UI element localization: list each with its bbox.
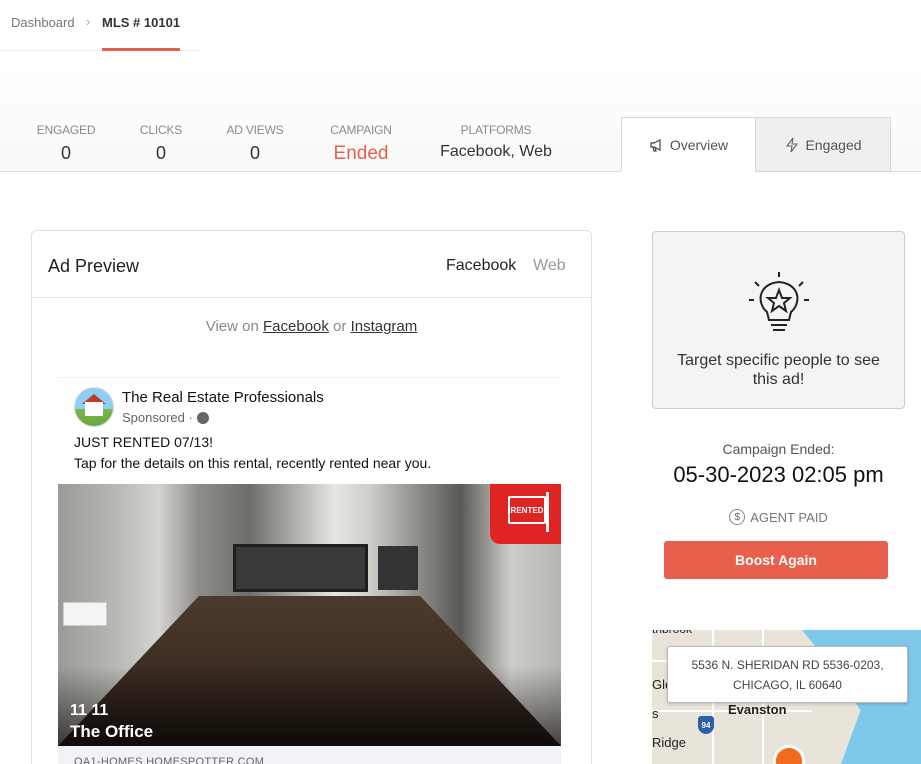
dollar-circle-icon: $: [729, 509, 746, 525]
campaign-status: Ended: [333, 143, 389, 164]
preview-tab-web[interactable]: Web: [533, 257, 566, 275]
bolt-icon: [786, 137, 799, 152]
photo-window: [233, 544, 368, 592]
map-label-evanston: Evanston: [728, 702, 787, 717]
map-label-s: s: [652, 706, 659, 721]
stat-engaged: ENGAGED 0: [36, 123, 96, 164]
stat-label: CLICKS: [139, 123, 183, 137]
stat-label: AD VIEWS: [226, 123, 284, 137]
post-link-strip[interactable]: QA1-HOMES.HOMESPOTTER.COM: [58, 746, 561, 764]
breadcrumb-active-underline: [102, 48, 180, 51]
stat-label: ENGAGED: [36, 123, 96, 137]
breadcrumb: Dashboard › MLS # 10101: [0, 0, 200, 51]
sponsored-label: Sponsored ·: [122, 410, 193, 425]
stat-value: Facebook, Web: [440, 143, 552, 160]
tab-engaged[interactable]: Engaged: [755, 117, 891, 172]
ad-preview-title: Ad Preview: [48, 256, 140, 276]
campaign-ended-date: 05-30-2023 02:05 pm: [673, 462, 884, 487]
megaphone-icon: [650, 138, 661, 152]
view-on-links: View on Facebook or Instagram: [32, 318, 591, 335]
photo-caption-line2: The Office: [70, 722, 154, 741]
stat-value: 0: [249, 143, 260, 163]
lightbulb-star-icon: [749, 272, 809, 331]
stat-ad-views: AD VIEWS 0: [222, 123, 288, 164]
stat-clicks: CLICKS 0: [136, 123, 186, 164]
stat-campaign: CAMPAIGN Ended: [326, 123, 396, 165]
tab-engaged-label: Engaged: [805, 136, 862, 153]
map-address-line1: 5536 N. SHERIDAN RD 5536-0203,: [691, 658, 884, 672]
campaign-ended-label: Campaign Ended:: [722, 441, 835, 457]
view-on-facebook-link[interactable]: Facebook: [263, 318, 329, 335]
post-divider: [58, 377, 562, 378]
target-audience-text: Target specific people to see this ad!: [677, 352, 880, 388]
map-label-ridge: Ridge: [652, 735, 686, 750]
stat-label: PLATFORMS: [460, 123, 532, 137]
stat-label: CAMPAIGN: [330, 123, 392, 137]
stat-value: 0: [155, 143, 166, 163]
view-on-prefix: View on: [205, 318, 259, 335]
post-text-line2: Tap for the details on this rental, rece…: [74, 455, 432, 471]
stat-value: 0: [60, 143, 71, 163]
rented-sign-icon: RENTED: [508, 496, 546, 524]
stat-platforms: PLATFORMS Facebook, Web: [434, 123, 558, 161]
photo-window-reflection: [378, 546, 418, 590]
breadcrumb-dashboard-link[interactable]: Dashboard: [11, 15, 75, 30]
photo-caption-line1: 11 11: [70, 702, 109, 719]
target-audience-card[interactable]: Target specific people to see this ad!: [652, 231, 905, 409]
view-on-instagram-link[interactable]: Instagram: [351, 318, 418, 335]
agent-paid-badge: $ AGENT PAID: [652, 509, 905, 525]
map-label-thbrook: thbrook: [652, 630, 692, 636]
tab-overview[interactable]: Overview: [621, 117, 756, 172]
breadcrumb-current[interactable]: MLS # 10101: [102, 15, 180, 30]
interstate-shield-icon: 94: [698, 716, 714, 734]
listing-photo[interactable]: RENTED 11 11 The Office: [58, 484, 561, 746]
globe-icon: [196, 411, 209, 424]
agent-paid-label: AGENT PAID: [750, 509, 828, 525]
house-icon: [85, 402, 103, 416]
post-page-name: The Real Estate Professionals: [122, 389, 324, 406]
page-avatar: [74, 387, 114, 427]
map-pin-icon[interactable]: [773, 745, 805, 764]
ad-preview-header: Ad Preview Facebook Web: [32, 231, 591, 298]
post-link-url: QA1-HOMES.HOMESPOTTER.COM: [74, 756, 265, 764]
map-address-tooltip: 5536 N. SHERIDAN RD 5536-0203, CHICAGO, …: [667, 646, 908, 703]
post-text-line1: JUST RENTED 07/13!: [74, 434, 214, 450]
preview-tab-facebook[interactable]: Facebook: [446, 257, 516, 275]
boost-again-button[interactable]: Boost Again: [664, 541, 888, 579]
post-sponsored: Sponsored ·: [122, 410, 209, 425]
view-on-or: or: [333, 318, 347, 335]
map-address-line2: CHICAGO, IL 60640: [733, 678, 842, 692]
rented-sign-post: [546, 492, 549, 532]
breadcrumb-separator: ›: [86, 14, 91, 29]
ad-preview-card: Ad Preview Facebook Web View on Facebook…: [31, 230, 592, 764]
photo-outlet: [63, 602, 107, 626]
tab-overview-label: Overview: [669, 136, 729, 153]
rented-badge: RENTED: [490, 484, 561, 544]
